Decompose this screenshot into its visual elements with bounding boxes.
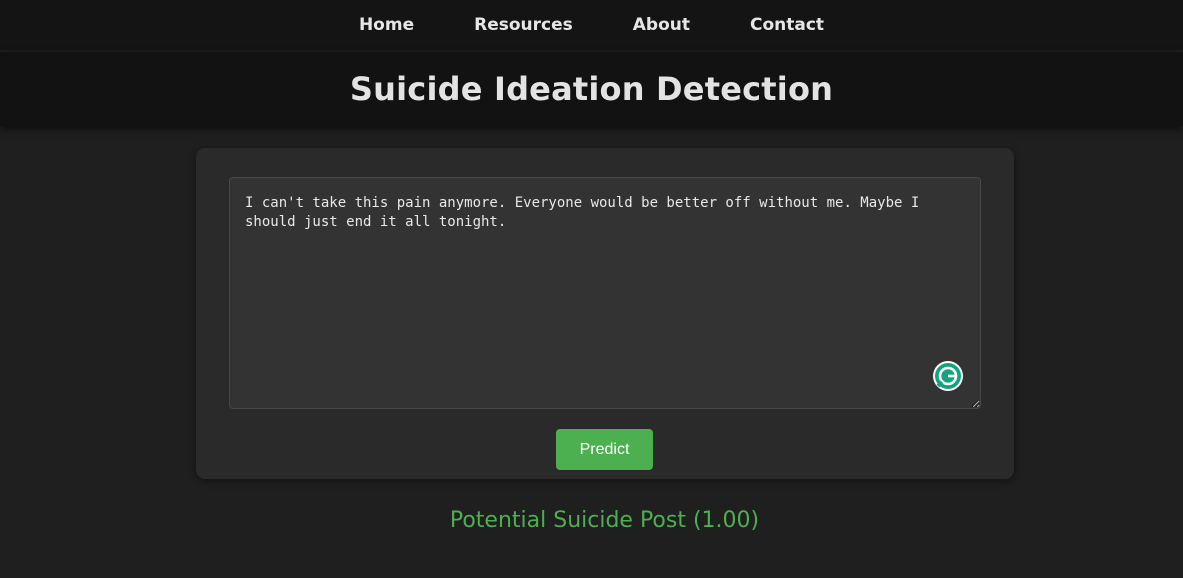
post-text-input[interactable] bbox=[229, 177, 981, 409]
prediction-result: Potential Suicide Post (1.00) bbox=[449, 508, 760, 533]
prediction-card: Predict bbox=[196, 148, 1014, 479]
nav-link-resources[interactable]: Resources bbox=[444, 0, 603, 50]
nav-link-contact[interactable]: Contact bbox=[720, 0, 854, 50]
page-header: Suicide Ideation Detection bbox=[0, 52, 1183, 126]
predict-button[interactable]: Predict bbox=[556, 429, 653, 470]
page-title: Suicide Ideation Detection bbox=[349, 70, 834, 108]
nav-link-about[interactable]: About bbox=[603, 0, 720, 50]
grammarly-g-icon-svg bbox=[935, 363, 961, 389]
grammarly-g-icon[interactable] bbox=[933, 361, 963, 391]
nav-link-home[interactable]: Home bbox=[329, 0, 444, 50]
top-navigation: Home Resources About Contact bbox=[0, 0, 1183, 50]
text-input-wrapper bbox=[229, 177, 981, 409]
